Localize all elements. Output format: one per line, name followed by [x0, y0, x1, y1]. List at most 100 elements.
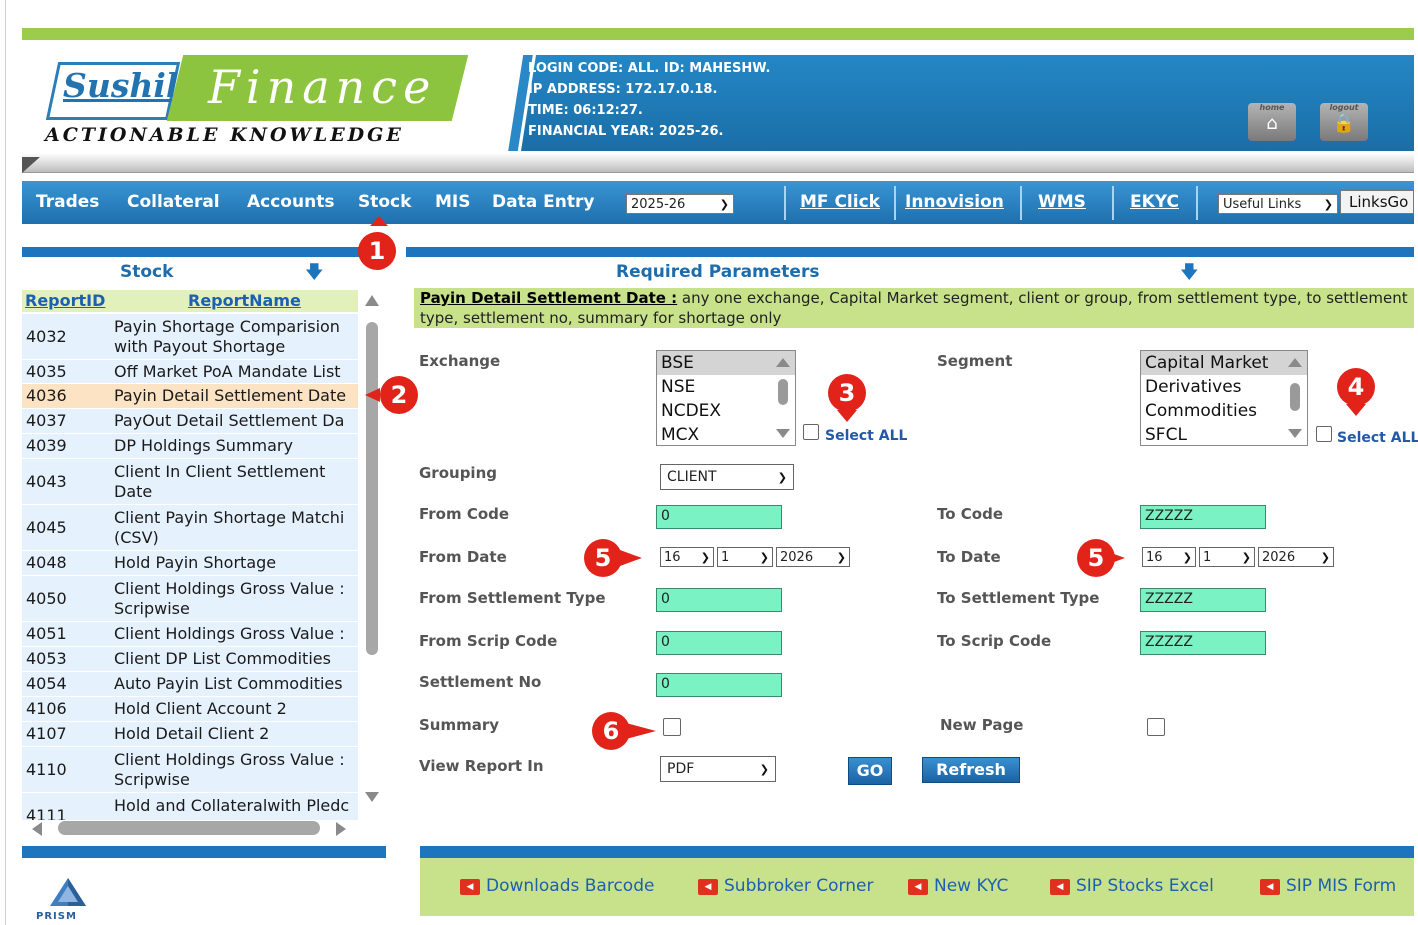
- stock-panel-title: Stock: [120, 262, 174, 282]
- row-name: Auto Payin List Commodities: [114, 674, 343, 693]
- table-row[interactable]: 4051 Client Holdings Gross Value :: [22, 622, 358, 647]
- go-button[interactable]: GO: [848, 757, 892, 785]
- stock-panel-bar: [22, 247, 386, 257]
- table-row[interactable]: 4106 Hold Client Account 2: [22, 697, 358, 722]
- to-date-month-select[interactable]: 1 ❯: [1199, 547, 1255, 567]
- from-date-day-select[interactable]: 16 ❯: [660, 547, 714, 567]
- from-scrip-code-input[interactable]: 0: [656, 631, 782, 655]
- view-report-label: View Report In: [419, 757, 544, 775]
- nav-link-mf-click[interactable]: MF Click: [800, 192, 880, 212]
- params-panel-bar: [406, 247, 1414, 257]
- segment-option[interactable]: Derivatives: [1141, 375, 1307, 399]
- table-row[interactable]: 4035 Off Market PoA Mandate List: [22, 360, 358, 384]
- footer-link-downloads-barcode[interactable]: ◀ Downloads Barcode: [460, 876, 654, 896]
- chevron-down-icon: ❯: [836, 550, 846, 564]
- table-row[interactable]: 4048 Hold Payin Shortage: [22, 551, 358, 576]
- scrollbar-thumb[interactable]: [366, 322, 378, 655]
- financial-year-text: FINANCIAL YEAR: 2025-26.: [528, 124, 724, 139]
- to-code-input[interactable]: ZZZZZ: [1140, 505, 1266, 529]
- segment-select-all-checkbox[interactable]: [1316, 426, 1332, 442]
- grouping-value: CLIENT: [667, 469, 717, 485]
- footer-link-sip-stocks-excel[interactable]: ◀ SIP Stocks Excel: [1050, 876, 1214, 896]
- table-row[interactable]: 4043 Client In Client Settlement Date: [22, 459, 358, 505]
- scrollbar-thumb[interactable]: [58, 821, 320, 835]
- nav-link-innovision[interactable]: Innovision: [905, 192, 1004, 212]
- table-row[interactable]: 4053 Client DP List Commodities: [22, 647, 358, 672]
- segment-option[interactable]: SFCL: [1141, 423, 1307, 445]
- to-code-label: To Code: [937, 505, 1003, 523]
- exchange-listbox[interactable]: BSE NSE NCDEX MCX: [656, 350, 796, 446]
- segment-listbox[interactable]: Capital Market Derivatives Commodities S…: [1140, 350, 1308, 446]
- year-select[interactable]: 2025-26 ❯: [626, 194, 734, 214]
- from-settlement-type-label: From Settlement Type: [419, 589, 606, 607]
- nav-collateral[interactable]: Collateral: [127, 192, 220, 212]
- nav-divider: [894, 186, 896, 220]
- settlement-no-label: Settlement No: [419, 673, 542, 691]
- login-code-text: LOGIN CODE: ALL. ID: MAHESHW.: [528, 61, 771, 76]
- segment-option[interactable]: Capital Market: [1141, 351, 1307, 375]
- footer-link-subbroker-corner[interactable]: ◀ Subbroker Corner: [698, 876, 873, 896]
- from-code-input[interactable]: 0: [656, 505, 782, 529]
- row-name: Off Market PoA Mandate List: [114, 362, 341, 381]
- header-report-name[interactable]: ReportName: [188, 291, 301, 310]
- nav-link-ekyc[interactable]: EKYC: [1130, 192, 1179, 212]
- row-id: 4036: [26, 386, 67, 405]
- segment-option[interactable]: Commodities: [1141, 399, 1307, 423]
- grouping-select[interactable]: CLIENT ❯: [660, 464, 794, 490]
- refresh-button[interactable]: Refresh: [922, 757, 1020, 783]
- view-report-select[interactable]: PDF ❯: [660, 756, 776, 782]
- nav-stock[interactable]: Stock: [358, 192, 411, 212]
- table-row[interactable]: 4110 Client Holdings Gross Value : Scrip…: [22, 747, 358, 793]
- to-date-year-select[interactable]: 2026 ❯: [1258, 547, 1334, 567]
- to-scrip-code-label: To Scrip Code: [937, 632, 1052, 650]
- summary-checkbox[interactable]: [663, 718, 681, 736]
- nav-trades[interactable]: Trades: [36, 192, 99, 212]
- settlement-no-input[interactable]: 0: [656, 673, 782, 697]
- report-description: Payin Detail Settlement Date : any one e…: [414, 288, 1414, 328]
- to-scrip-code-input[interactable]: ZZZZZ: [1140, 631, 1266, 655]
- table-row[interactable]: 4050 Client Holdings Gross Value : Scrip…: [22, 576, 358, 622]
- to-settlement-type-input[interactable]: ZZZZZ: [1140, 588, 1266, 612]
- footer-bar-right: [420, 846, 1414, 858]
- prism-logo-text: PRISM: [36, 911, 77, 922]
- table-row[interactable]: 4054 Auto Payin List Commodities: [22, 672, 358, 697]
- annotation-marker-5-from: 5: [584, 539, 622, 577]
- table-row-selected[interactable]: 4036 Payin Detail Settlement Date: [22, 384, 358, 409]
- new-page-checkbox[interactable]: [1147, 718, 1165, 736]
- table-row[interactable]: 4045 Client Payin Shortage Matchi (CSV): [22, 505, 358, 551]
- nav-accounts[interactable]: Accounts: [247, 192, 334, 212]
- table-row[interactable]: 4111 Hold and Collateralwith Pledc: [22, 793, 358, 820]
- listbox-scrollbar[interactable]: [773, 353, 793, 441]
- to-date-day-select[interactable]: 16 ❯: [1142, 547, 1196, 567]
- row-name: Hold and Collateralwith Pledc: [114, 796, 350, 815]
- header-report-id[interactable]: ReportID: [25, 291, 105, 310]
- exchange-select-all-checkbox[interactable]: [803, 424, 819, 440]
- table-row[interactable]: 4107 Hold Detail Client 2: [22, 722, 358, 747]
- links-go-button[interactable]: LinksGo: [1340, 190, 1414, 214]
- row-name: PayOut Detail Settlement Da: [114, 411, 345, 430]
- from-settlement-type-input[interactable]: 0: [656, 588, 782, 612]
- home-button[interactable]: home ⌂: [1248, 103, 1296, 141]
- footer-link-new-kyc[interactable]: ◀ New KYC: [908, 876, 1008, 896]
- annotation-marker-5-to: 5: [1077, 539, 1115, 577]
- nav-divider: [1020, 186, 1022, 220]
- nav-data-entry[interactable]: Data Entry: [492, 192, 594, 212]
- logout-button[interactable]: logout 🔒: [1320, 103, 1368, 141]
- row-id: 4043: [26, 472, 67, 491]
- row-id: 4107: [26, 724, 67, 743]
- table-row[interactable]: 4032 Payin Shortage Comparision with Pay…: [22, 314, 358, 360]
- table-row[interactable]: 4037 PayOut Detail Settlement Da: [22, 409, 358, 434]
- row-id: 4048: [26, 553, 67, 572]
- footer-link-sip-mis-form[interactable]: ◀ SIP MIS Form: [1260, 876, 1396, 896]
- row-id: 4106: [26, 699, 67, 718]
- from-date-month-select[interactable]: 1 ❯: [717, 547, 773, 567]
- useful-links-select[interactable]: Useful Links ❯: [1218, 194, 1338, 214]
- params-panel-title: Required Parameters: [616, 262, 820, 282]
- logo-sushil-text: Sushil: [63, 66, 179, 105]
- listbox-scrollbar[interactable]: [1285, 353, 1305, 441]
- nav-link-wms[interactable]: WMS: [1038, 192, 1086, 212]
- table-row[interactable]: 4039 DP Holdings Summary: [22, 434, 358, 459]
- from-date-year-select[interactable]: 2026 ❯: [776, 547, 850, 567]
- nav-mis[interactable]: MIS: [435, 192, 471, 212]
- chevron-down-icon: ❯: [700, 550, 710, 564]
